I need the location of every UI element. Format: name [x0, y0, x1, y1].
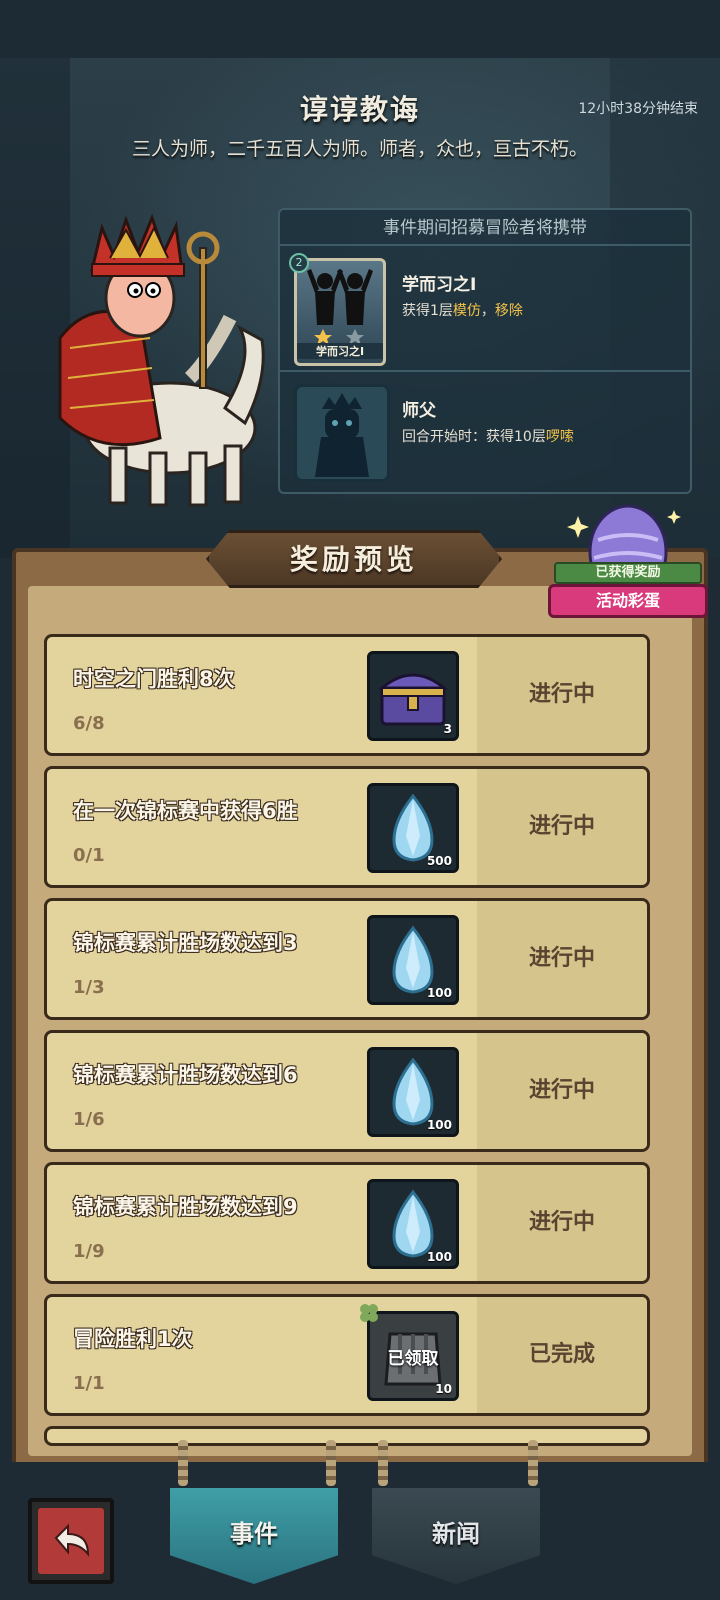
task-title: 冒险胜利1次	[73, 1327, 193, 1351]
reward-slot[interactable]: 100	[367, 1047, 459, 1137]
reward-count: 100	[426, 1118, 452, 1132]
task-progress: 1/9	[73, 1241, 105, 1262]
event-timer: 12小时38分钟结束	[578, 101, 698, 117]
perk-desc-separator: ，	[480, 303, 495, 319]
reward-slot[interactable]: 100	[367, 1179, 459, 1269]
monk-on-horse-illustration	[40, 208, 270, 522]
reward-count: 10	[435, 1382, 452, 1396]
perk-row[interactable]: 2 学而习之I 学而习之I 获得1层模仿，移除	[280, 246, 690, 370]
perk-description: 回合开始时：获得10层啰嗦	[402, 426, 574, 446]
event-quote: 三人为师，二千五百人为师。师者，众也，亘古不朽。	[131, 138, 588, 160]
task-title: 时空之门胜利8次	[73, 667, 235, 691]
perk-desc-text: 获得1层	[402, 303, 453, 319]
perk-name: 师父	[402, 401, 436, 421]
reward-count: 100	[426, 1250, 452, 1264]
task-status: 进行中	[528, 946, 595, 971]
task-title: 锦标赛累计胜场数达到3	[73, 931, 298, 955]
perk-card-label: 学而习之I	[297, 343, 383, 359]
clover-icon	[360, 1304, 378, 1322]
rope-decoration	[528, 1440, 538, 1486]
perk-desc-text: 回合开始时：获得10层	[402, 429, 546, 445]
event-perk-panel: 事件期间招募冒险者将携带 2 学而习之I 学而习之I 获得1层模仿，移除 师父 …	[278, 208, 692, 494]
task-row[interactable]: 锦标赛累计胜场数达到6 1/6 100 进行中	[44, 1030, 650, 1152]
keyword-nag[interactable]: 啰嗦	[546, 429, 574, 445]
rope-decoration	[178, 1440, 188, 1486]
tab-news-label: 新闻	[432, 1520, 480, 1548]
event-egg-badge[interactable]: 已获得奖励 活动彩蛋	[548, 500, 708, 630]
reward-slot[interactable]: 500	[367, 783, 459, 873]
perk-card[interactable]: 2 学而习之I	[289, 253, 386, 366]
reward-count: 100	[426, 986, 452, 1000]
task-progress: 1/1	[73, 1373, 105, 1394]
task-row[interactable]: 在一次锦标赛中获得6胜 0/1 500 进行中	[44, 766, 650, 888]
back-button[interactable]	[28, 1498, 114, 1584]
two-figures-icon	[307, 269, 373, 343]
master-portrait[interactable]	[294, 384, 390, 482]
task-row[interactable]: 时空之门胜利8次 6/8 3 进行中	[44, 634, 650, 756]
task-progress: 6/8	[73, 713, 105, 734]
reward-claimed-label: 已领取	[387, 1349, 439, 1369]
task-progress: 1/3	[73, 977, 105, 998]
task-status: 进行中	[528, 1210, 595, 1235]
event-banner: 谆谆教诲 12小时38分钟结束 三人为师，二千五百人为师。师者，众也，亘古不朽。	[0, 58, 720, 558]
reward-count: 500	[426, 854, 452, 868]
keyword-imitate[interactable]: 模仿	[453, 303, 481, 319]
task-status: 已完成	[528, 1342, 595, 1367]
reward-slot[interactable]: 已领取 10	[360, 1304, 459, 1401]
task-progress: 1/6	[73, 1109, 105, 1130]
tab-event-label: 事件	[230, 1520, 278, 1548]
badge-label-top: 已获得奖励	[554, 562, 702, 584]
rewards-title: 奖励预览	[289, 543, 418, 576]
perk-name: 学而习之I	[402, 275, 477, 295]
reward-slot[interactable]: 3	[367, 651, 459, 741]
task-row[interactable]: 冒险胜利1次 1/1 已领取 10 已完成	[44, 1294, 650, 1416]
task-title: 在一次锦标赛中获得6胜	[73, 799, 298, 823]
monk-silhouette-icon	[315, 393, 369, 477]
perk-row[interactable]: 师父 回合开始时：获得10层啰嗦	[280, 370, 690, 494]
rope-decoration	[378, 1440, 388, 1486]
perk-panel-header: 事件期间招募冒险者将携带	[280, 210, 690, 246]
task-status: 进行中	[528, 1078, 595, 1103]
task-status: 进行中	[528, 814, 595, 839]
task-row[interactable]	[44, 1426, 650, 1446]
keyword-remove[interactable]: 移除	[495, 303, 523, 319]
task-row[interactable]: 锦标赛累计胜场数达到3 1/3 100 进行中	[44, 898, 650, 1020]
task-title: 锦标赛累计胜场数达到6	[73, 1063, 298, 1087]
top-strip	[0, 0, 720, 58]
task-progress: 0/1	[73, 845, 105, 866]
task-title: 锦标赛累计胜场数达到9	[73, 1195, 298, 1219]
badge-label-bottom: 活动彩蛋	[548, 584, 708, 618]
reward-slot[interactable]: 100	[367, 915, 459, 1005]
rope-decoration	[326, 1440, 336, 1486]
back-button-face	[38, 1508, 104, 1574]
perk-description: 获得1层模仿，移除	[402, 300, 523, 320]
task-row[interactable]: 锦标赛累计胜场数达到9 1/9 100 进行中	[44, 1162, 650, 1284]
reward-count: 3	[443, 722, 452, 736]
task-status: 进行中	[528, 682, 595, 707]
back-arrow-icon	[54, 1523, 90, 1557]
